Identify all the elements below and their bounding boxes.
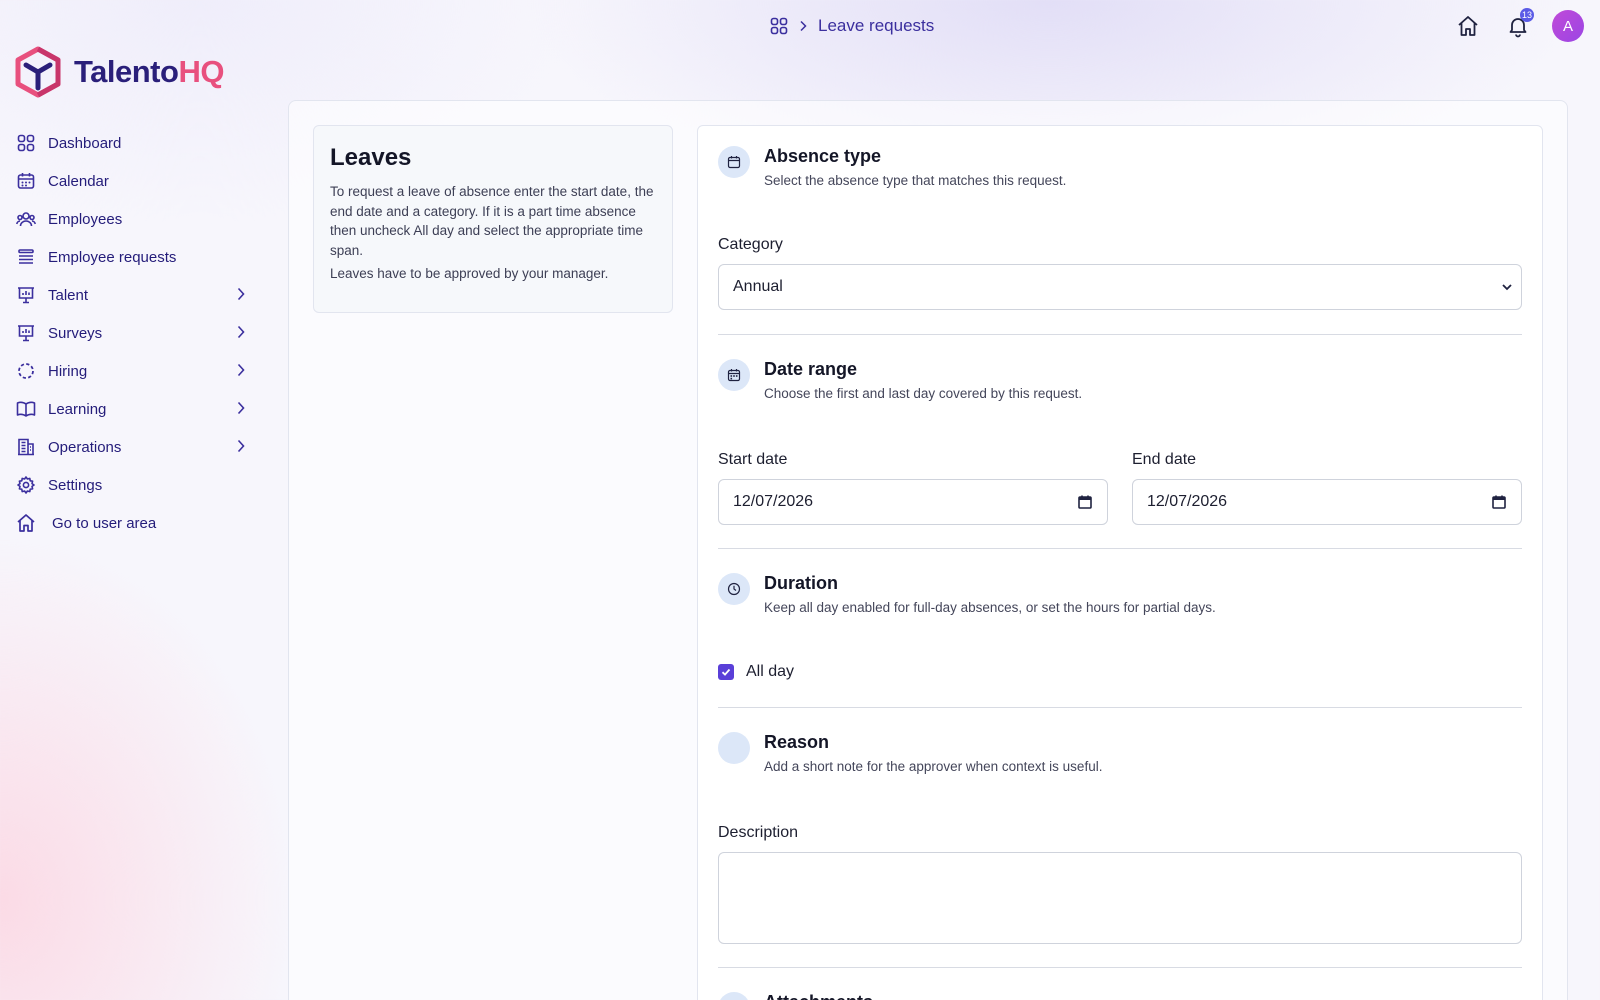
breadcrumb: Leave requests xyxy=(770,16,934,36)
brand-logo[interactable]: TalentoHQ xyxy=(14,46,224,98)
sidebar-item-employee-requests[interactable]: Employee requests xyxy=(16,240,246,274)
section-title: Duration xyxy=(764,573,838,593)
section-title: Attachments xyxy=(764,992,873,1000)
employees-icon xyxy=(16,209,36,229)
presentation-icon xyxy=(16,285,36,305)
note-icon xyxy=(718,732,750,764)
section-description: Keep all day enabled for full-day absenc… xyxy=(764,600,1216,615)
chevron-right-icon xyxy=(236,362,246,378)
home-icon xyxy=(16,513,36,533)
leave-request-form: Absence type Select the absence type tha… xyxy=(697,125,1543,1000)
sidebar-item-label: Go to user area xyxy=(52,514,157,532)
divider xyxy=(718,548,1522,549)
sidebar-item-label: Learning xyxy=(48,400,107,418)
chevron-down-icon xyxy=(1501,281,1513,293)
notification-badge: 13 xyxy=(1519,8,1534,22)
clock-icon xyxy=(718,573,750,605)
gear-icon xyxy=(16,475,36,495)
approval-note: Leaves have to be approved by your manag… xyxy=(330,266,609,281)
info-text: To request a leave of absence enter the … xyxy=(330,184,654,258)
attachments-section: Attachments xyxy=(718,992,873,1000)
start-date-value: 12/07/2026 xyxy=(733,493,814,510)
section-title: Reason xyxy=(764,732,830,752)
absence-type-section: Absence type Select the absence type tha… xyxy=(718,146,1066,188)
category-select[interactable]: Annual xyxy=(718,264,1522,310)
chevron-right-icon xyxy=(236,286,246,302)
apps-grid-icon[interactable] xyxy=(770,17,788,35)
page-title: Leaves xyxy=(330,144,412,171)
avatar[interactable]: A xyxy=(1552,10,1584,42)
chevron-right-icon xyxy=(236,438,246,454)
section-description: Choose the first and last day covered by… xyxy=(764,386,1083,401)
calendar-picker-icon[interactable] xyxy=(1491,494,1507,510)
end-date-value: 12/07/2026 xyxy=(1147,493,1228,510)
sidebar-item-label: Employees xyxy=(48,210,123,228)
dashboard-grid-icon xyxy=(16,133,36,153)
sidebar-item-label: Dashboard xyxy=(48,134,122,152)
chevron-right-icon xyxy=(798,20,808,32)
logo-cube-icon xyxy=(14,46,62,98)
sidebar-item-dashboard[interactable]: Dashboard xyxy=(16,126,246,160)
calendar-icon xyxy=(718,146,750,178)
list-icon xyxy=(16,247,36,267)
book-icon xyxy=(16,399,36,419)
calendar-picker-icon[interactable] xyxy=(1077,494,1093,510)
duration-section: Duration Keep all day enabled for full-d… xyxy=(718,573,1216,615)
presentation-icon xyxy=(16,323,36,343)
check-icon xyxy=(721,668,731,676)
sidebar-item-calendar[interactable]: Calendar xyxy=(16,164,246,198)
sidebar-item-label: Calendar xyxy=(48,172,109,190)
sidebar-item-settings[interactable]: Settings xyxy=(16,468,246,502)
building-icon xyxy=(16,437,36,457)
chevron-right-icon xyxy=(236,400,246,416)
category-label: Category xyxy=(718,236,783,253)
sidebar-item-operations[interactable]: Operations xyxy=(16,430,246,464)
info-card: Leaves To request a leave of absence ent… xyxy=(313,125,673,313)
all-day-row: All day xyxy=(718,663,794,681)
notifications-button[interactable]: 13 xyxy=(1502,8,1534,42)
sidebar-item-label: Surveys xyxy=(48,324,103,342)
sidebar-item-label: Hiring xyxy=(48,362,88,380)
sidebar-item-learning[interactable]: Learning xyxy=(16,392,246,426)
sidebar-item-label: Talent xyxy=(48,286,89,304)
all-day-checkbox[interactable] xyxy=(718,664,734,680)
divider xyxy=(718,967,1522,968)
category-value: Annual xyxy=(733,278,783,295)
sidebar-item-label: Operations xyxy=(48,438,122,456)
divider xyxy=(718,334,1522,335)
all-day-label: All day xyxy=(746,663,795,680)
date-range-section: Date range Choose the first and last day… xyxy=(718,359,1082,401)
breadcrumb-current: Leave requests xyxy=(818,16,935,35)
sidebar-item-talent[interactable]: Talent xyxy=(16,278,246,312)
start-date-input[interactable]: 12/07/2026 xyxy=(718,479,1108,525)
description-label: Description xyxy=(718,824,799,841)
calendar-range-icon xyxy=(718,359,750,391)
section-description: Select the absence type that matches thi… xyxy=(764,173,1067,188)
reason-section: Reason Add a short note for the approver… xyxy=(718,732,1102,774)
section-description: Add a short note for the approver when c… xyxy=(764,759,1103,774)
paperclip-icon xyxy=(718,992,750,1000)
home-button[interactable] xyxy=(1452,10,1484,42)
sidebar-item-surveys[interactable]: Surveys xyxy=(16,316,246,350)
sidebar-nav: Dashboard Calendar Employees Employee re… xyxy=(16,126,246,544)
calendar-icon xyxy=(16,171,36,191)
end-date-input[interactable]: 12/07/2026 xyxy=(1132,479,1522,525)
description-textarea[interactable] xyxy=(718,852,1522,944)
section-title: Date range xyxy=(764,359,858,379)
sidebar-item-employees[interactable]: Employees xyxy=(16,202,246,236)
sidebar-item-user-area[interactable]: Go to user area xyxy=(16,506,246,540)
sidebar-item-hiring[interactable]: Hiring xyxy=(16,354,246,388)
section-title: Absence type xyxy=(764,146,882,166)
sidebar-item-label: Employee requests xyxy=(48,248,177,266)
topbar-actions: 13 A xyxy=(1452,8,1584,42)
end-date-label: End date xyxy=(1132,451,1197,468)
chevron-right-icon xyxy=(236,324,246,340)
logo-text: TalentoHQ xyxy=(74,54,224,89)
dashed-circle-icon xyxy=(16,361,36,381)
start-date-label: Start date xyxy=(718,451,788,468)
divider xyxy=(718,707,1522,708)
sidebar-item-label: Settings xyxy=(48,476,103,494)
home-icon xyxy=(1456,14,1480,38)
